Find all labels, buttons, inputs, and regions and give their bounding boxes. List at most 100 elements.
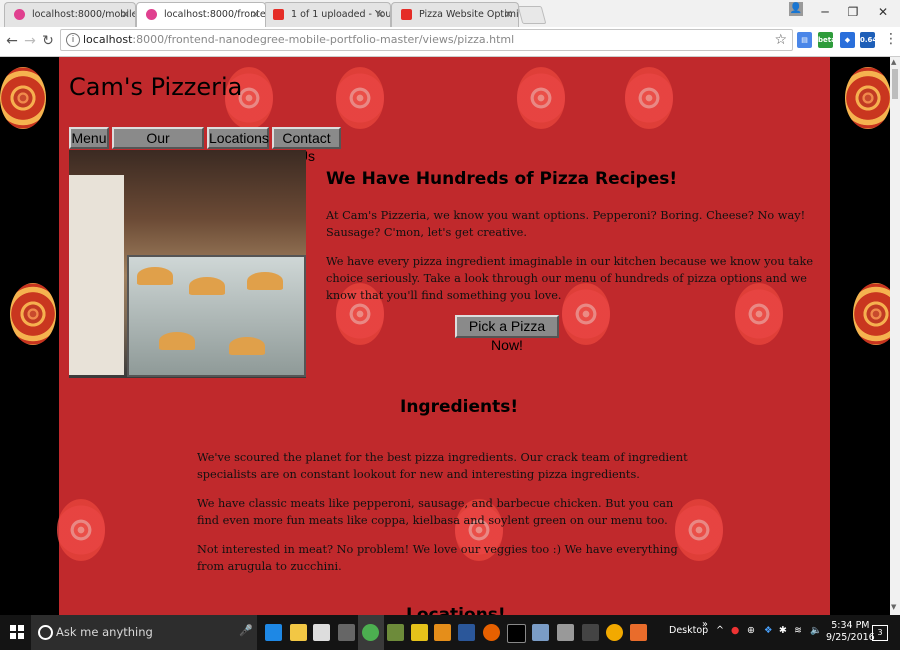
hero-paragraph-1: At Cam's Pizzeria, we know you want opti…: [326, 209, 806, 239]
url-text[interactable]: localhost:8000/frontend-nanodegree-mobil…: [83, 30, 514, 50]
microphone-icon[interactable]: 🎤: [239, 624, 253, 637]
close-tab-icon[interactable]: ✕: [504, 3, 513, 26]
clock-date: 9/25/2016: [826, 632, 875, 643]
action-center-icon[interactable]: 3: [872, 625, 888, 641]
pizza-background-icon: [57, 499, 105, 561]
bookmark-star-icon[interactable]: ☆: [774, 30, 787, 50]
site-title: Cam's Pizzeria: [69, 73, 243, 101]
ingredients-paragraph-1: We've scoured the planet for the best pi…: [197, 451, 688, 481]
windows-start-icon[interactable]: [10, 625, 24, 639]
clock-time: 5:34 PM: [831, 620, 870, 631]
forward-arrow-icon[interactable]: →: [20, 31, 40, 51]
pizza-display-case: [127, 255, 306, 377]
edge-icon[interactable]: [265, 624, 282, 641]
reload-icon[interactable]: ↻: [38, 31, 58, 51]
word-icon[interactable]: [458, 624, 475, 641]
app-icon[interactable]: [582, 624, 599, 641]
tab-mobile-portfolio[interactable]: localhost:8000/mobile-p ✕: [4, 2, 136, 27]
dropbox-icon[interactable]: ❖: [764, 625, 773, 636]
hero-heading: We Have Hundreds of Pizza Recipes!: [326, 169, 678, 189]
hiring-banner: [69, 175, 124, 375]
volume-icon[interactable]: 🔈: [810, 625, 822, 636]
nav-locations[interactable]: Locations: [207, 127, 269, 149]
youtube-favicon-icon: [273, 9, 284, 20]
cortana-search-box[interactable]: Ask me anything 🎤: [31, 615, 257, 650]
app-icon[interactable]: [557, 624, 574, 641]
app-icon[interactable]: [630, 624, 647, 641]
close-tab-icon[interactable]: ✕: [121, 3, 130, 26]
localhost-favicon-icon: [14, 9, 25, 20]
restore-icon[interactable]: ❐: [838, 0, 868, 24]
page-viewport: Cam's Pizzeria Menu Our Ingredients Loca…: [0, 57, 890, 615]
tray-app-icon[interactable]: ●: [731, 625, 739, 636]
terminal-icon[interactable]: [507, 624, 526, 643]
slice: [189, 277, 225, 295]
pizza-background-icon: [517, 67, 565, 129]
app-icon[interactable]: [411, 624, 428, 641]
store-icon[interactable]: [313, 624, 330, 641]
nav-our-ingredients[interactable]: Our Ingredients: [112, 127, 204, 164]
ingredients-paragraph-2: We have classic meats like pepperoni, sa…: [197, 497, 674, 527]
nav-contact-us[interactable]: Contact Us: [272, 127, 341, 164]
cortana-icon: [38, 625, 53, 640]
close-window-icon[interactable]: ✕: [868, 0, 898, 24]
close-tab-icon[interactable]: ✕: [376, 3, 385, 26]
tray-app-icon[interactable]: ⊕: [747, 625, 755, 636]
pizza-decoration-icon: [10, 283, 56, 345]
extension-blue-icon[interactable]: ◆: [840, 32, 855, 48]
ingredients-heading: Ingredients!: [400, 397, 519, 417]
page-scrollbar[interactable]: ▲ ▼: [890, 57, 900, 615]
wifi-icon[interactable]: ≋: [794, 625, 802, 636]
pick-a-pizza-button[interactable]: Pick a Pizza Now!: [455, 315, 559, 353]
app-icon[interactable]: [606, 624, 623, 641]
minimize-icon[interactable]: ─: [810, 0, 840, 24]
back-arrow-icon[interactable]: ←: [2, 31, 22, 51]
tab-youtube-upload[interactable]: 1 of 1 uploaded - YouTu ✕: [263, 2, 391, 27]
tab-pizza-page[interactable]: localhost:8000/frontend ✕: [136, 2, 266, 27]
extension-docs-icon[interactable]: ▤: [797, 32, 812, 48]
slice: [159, 332, 195, 350]
system-clock[interactable]: 5:34 PM 9/25/2016: [826, 620, 875, 644]
tab-pizza-optimization[interactable]: Pizza Website Optimizati ✕: [391, 2, 519, 27]
address-bar[interactable]: i localhost:8000/frontend-nanodegree-mob…: [60, 29, 793, 51]
app-icon[interactable]: [338, 624, 355, 641]
slice: [229, 337, 265, 355]
close-tab-icon[interactable]: ✕: [251, 3, 260, 26]
pizza-background-icon: [625, 67, 673, 129]
app-icon[interactable]: [532, 624, 549, 641]
ingredients-paragraph-3: Not interested in meat? No problem! We l…: [197, 543, 678, 573]
chrome-icon[interactable]: [362, 624, 379, 641]
slice: [247, 272, 283, 290]
slice: [137, 267, 173, 285]
pizza-decoration-icon: [845, 67, 890, 129]
app-icon[interactable]: [387, 624, 404, 641]
new-tab-button[interactable]: [517, 6, 547, 24]
nav-menu[interactable]: Menu: [69, 127, 109, 149]
pizza-background-icon: [336, 67, 384, 129]
browser-menu-icon[interactable]: ⋮: [884, 31, 898, 47]
windows-taskbar: Ask me anything 🎤 Desktop » ^ ● ⊕ ❖ ✱ ≋ …: [0, 615, 900, 650]
pizzeria-page: Cam's Pizzeria Menu Our Ingredients Loca…: [57, 57, 830, 615]
pizza-decoration-icon: [853, 283, 890, 345]
info-icon[interactable]: i: [66, 33, 80, 47]
bluetooth-icon[interactable]: ✱: [779, 625, 787, 636]
show-hidden-icons-icon[interactable]: ^: [716, 625, 724, 636]
hero-paragraph-2: We have every pizza ingredient imaginabl…: [326, 255, 814, 302]
pizza-decoration-icon: [0, 67, 46, 129]
scrollbar-thumb[interactable]: [892, 69, 898, 99]
scroll-down-icon[interactable]: ▼: [891, 603, 896, 611]
tab-strip: localhost:8000/mobile-p ✕ localhost:8000…: [0, 0, 900, 27]
profile-icon[interactable]: 👤: [789, 2, 803, 16]
app-icon[interactable]: [434, 624, 451, 641]
firefox-icon[interactable]: [483, 624, 500, 641]
extension-beta-icon[interactable]: beta: [818, 32, 836, 48]
extension-counter-icon[interactable]: 0.64: [860, 32, 877, 48]
browser-toolbar: ← → ↻ i localhost:8000/frontend-nanodegr…: [0, 27, 900, 57]
toolbar-expand-icon[interactable]: »: [702, 619, 708, 630]
localhost-favicon-icon: [146, 9, 157, 20]
locations-heading: Locations!: [406, 605, 506, 615]
search-placeholder: Ask me anything: [56, 625, 153, 639]
scroll-up-icon[interactable]: ▲: [891, 58, 896, 66]
file-explorer-icon[interactable]: [290, 624, 307, 641]
youtube-favicon-icon: [401, 9, 412, 20]
